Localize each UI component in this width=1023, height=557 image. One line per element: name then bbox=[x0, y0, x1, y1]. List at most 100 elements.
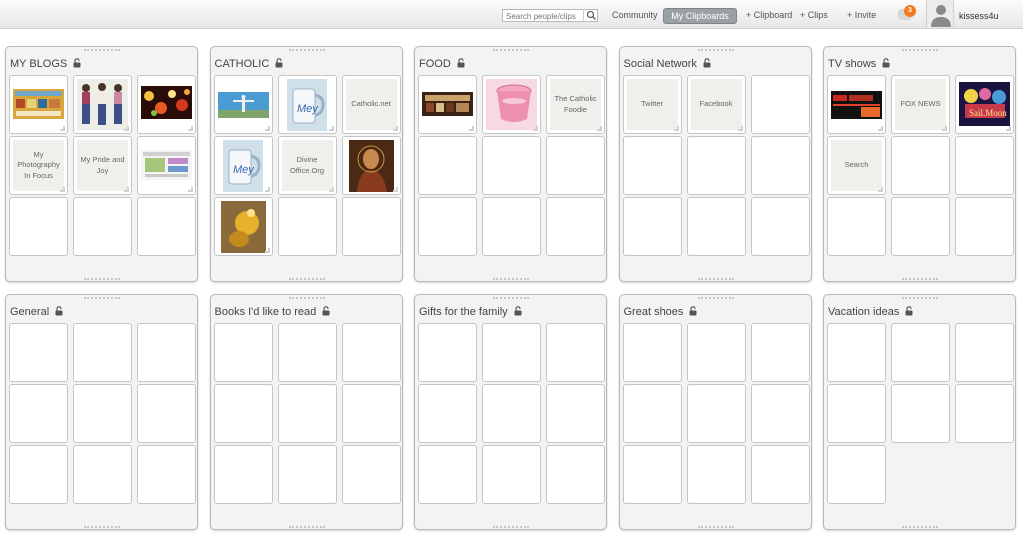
clip-slot[interactable]: Divine Office.Org bbox=[277, 136, 337, 195]
clip-slot[interactable] bbox=[622, 445, 682, 504]
clip-slot[interactable] bbox=[622, 323, 682, 382]
clip-slot[interactable] bbox=[750, 75, 810, 134]
clip-slot[interactable] bbox=[622, 136, 682, 195]
clip-slot[interactable] bbox=[827, 197, 886, 256]
clip-text[interactable]: Facebook bbox=[690, 79, 742, 130]
clipboard-title-social-network[interactable]: Social Network bbox=[624, 58, 711, 71]
username[interactable]: kissess4u bbox=[959, 11, 999, 21]
clipboard-title-label[interactable]: MY BLOGS bbox=[10, 58, 67, 70]
clip-slot[interactable] bbox=[418, 384, 477, 443]
clip-slot[interactable] bbox=[955, 197, 1014, 256]
clipboard-card[interactable]: TV shows FOX NEWS Sail.Moon Search bbox=[823, 46, 1016, 282]
drag-handle[interactable] bbox=[493, 297, 529, 299]
drag-handle[interactable] bbox=[697, 526, 734, 528]
clipboard-title-label[interactable]: Vacation ideas bbox=[828, 306, 899, 318]
clip-slot[interactable]: My Photography In Focus bbox=[9, 136, 68, 195]
clipboard-title-label[interactable]: TV shows bbox=[828, 58, 876, 70]
clip-slot[interactable] bbox=[213, 384, 273, 443]
clipboard-card[interactable]: FOOD The Catholic Foodie bbox=[414, 46, 607, 282]
drag-handle[interactable] bbox=[697, 297, 734, 299]
clip-slot[interactable] bbox=[277, 384, 337, 443]
clip-slot[interactable] bbox=[622, 197, 682, 256]
clip-slot[interactable] bbox=[73, 323, 132, 382]
drag-handle[interactable] bbox=[902, 49, 938, 51]
clip-text[interactable]: My Photography In Focus bbox=[13, 140, 64, 191]
clip-slot[interactable] bbox=[137, 384, 196, 443]
clip-slot[interactable] bbox=[750, 136, 810, 195]
clip-slot[interactable] bbox=[955, 384, 1014, 443]
clip-text[interactable]: Divine Office.Org bbox=[281, 140, 333, 191]
clip-slot[interactable] bbox=[213, 197, 273, 256]
clip-slot[interactable] bbox=[482, 323, 541, 382]
clip-slot[interactable]: Facebook bbox=[686, 75, 746, 134]
clip-slot[interactable] bbox=[9, 384, 68, 443]
clipboard-card[interactable]: Gifts for the family bbox=[414, 294, 607, 530]
drag-handle[interactable] bbox=[493, 526, 529, 528]
clip-slot[interactable] bbox=[418, 75, 477, 134]
clip-slot[interactable] bbox=[341, 323, 401, 382]
clipboard-card[interactable]: General bbox=[5, 294, 198, 530]
clip-slot[interactable] bbox=[891, 323, 950, 382]
clip-slot[interactable] bbox=[827, 75, 886, 134]
clip-slot[interactable] bbox=[418, 445, 477, 504]
drag-handle[interactable] bbox=[697, 278, 734, 280]
invite-link[interactable]: + Invite bbox=[847, 10, 876, 20]
clip-slot[interactable] bbox=[73, 384, 132, 443]
clip-slot[interactable] bbox=[137, 136, 196, 195]
drag-handle[interactable] bbox=[84, 297, 120, 299]
nav-community-link[interactable]: Community bbox=[612, 10, 658, 20]
clip-slot[interactable] bbox=[955, 323, 1014, 382]
clipboard-card[interactable]: CATHOLIC Mey Catholic.net Mey Divine Office.… bbox=[209, 46, 403, 282]
clip-slot[interactable] bbox=[73, 75, 132, 134]
clip-slot[interactable] bbox=[418, 136, 477, 195]
clip-text[interactable]: Search bbox=[831, 140, 882, 191]
clip-slot[interactable] bbox=[137, 75, 196, 134]
clipboard-title-my-blogs[interactable]: MY BLOGS bbox=[10, 58, 81, 71]
drag-handle[interactable] bbox=[84, 49, 120, 51]
clip-slot[interactable] bbox=[686, 384, 746, 443]
clipboard-title-vacation-ideas[interactable]: Vacation ideas bbox=[828, 306, 913, 319]
clip-slot[interactable] bbox=[137, 445, 196, 504]
clipboard-title-catholic[interactable]: CATHOLIC bbox=[215, 58, 284, 71]
clip-slot[interactable]: My Pride and Joy bbox=[73, 136, 132, 195]
clip-text[interactable]: Twitter bbox=[626, 79, 678, 130]
drag-handle[interactable] bbox=[902, 278, 938, 280]
clip-text[interactable]: My Pride and Joy bbox=[77, 140, 128, 191]
drag-handle[interactable] bbox=[84, 526, 120, 528]
clip-slot[interactable] bbox=[341, 445, 401, 504]
clip-slot[interactable] bbox=[213, 75, 273, 134]
clip-slot[interactable] bbox=[891, 384, 950, 443]
clip-slot[interactable] bbox=[418, 323, 477, 382]
clip-slot[interactable] bbox=[482, 384, 541, 443]
drag-handle[interactable] bbox=[288, 297, 325, 299]
clip-slot[interactable] bbox=[686, 136, 746, 195]
clip-slot[interactable] bbox=[73, 197, 132, 256]
clip-slot[interactable] bbox=[73, 445, 132, 504]
clip-slot[interactable] bbox=[341, 384, 401, 443]
clip-text[interactable]: The Catholic Foodie bbox=[550, 79, 601, 130]
clip-slot[interactable]: Search bbox=[827, 136, 886, 195]
clip-slot[interactable]: FOX NEWS bbox=[891, 75, 950, 134]
clip-slot[interactable] bbox=[546, 323, 605, 382]
clip-slot[interactable] bbox=[277, 445, 337, 504]
clip-slot[interactable] bbox=[750, 384, 810, 443]
clipboard-title-great-shoes[interactable]: Great shoes bbox=[624, 306, 698, 319]
clip-slot[interactable] bbox=[891, 197, 950, 256]
clipboard-title-books-i-d-like-to-read[interactable]: Books I'd like to read bbox=[215, 306, 331, 319]
clipboard-card[interactable]: Books I'd like to read bbox=[209, 294, 403, 530]
clipboard-title-label[interactable]: CATHOLIC bbox=[215, 58, 270, 70]
clip-slot[interactable]: Mey bbox=[277, 75, 337, 134]
drag-handle[interactable] bbox=[288, 526, 325, 528]
avatar[interactable] bbox=[926, 0, 954, 28]
clip-slot[interactable] bbox=[686, 323, 746, 382]
clip-slot[interactable] bbox=[9, 197, 68, 256]
clip-slot[interactable] bbox=[686, 197, 746, 256]
clip-slot[interactable] bbox=[750, 197, 810, 256]
clip-slot[interactable] bbox=[482, 197, 541, 256]
clip-slot[interactable] bbox=[891, 136, 950, 195]
drag-handle[interactable] bbox=[288, 278, 325, 280]
clipboard-card[interactable]: Vacation ideas bbox=[823, 294, 1016, 530]
clip-slot[interactable]: Sail.Moon bbox=[955, 75, 1014, 134]
clipboard-title-gifts-for-the-family[interactable]: Gifts for the family bbox=[419, 306, 522, 319]
clip-slot[interactable] bbox=[277, 323, 337, 382]
